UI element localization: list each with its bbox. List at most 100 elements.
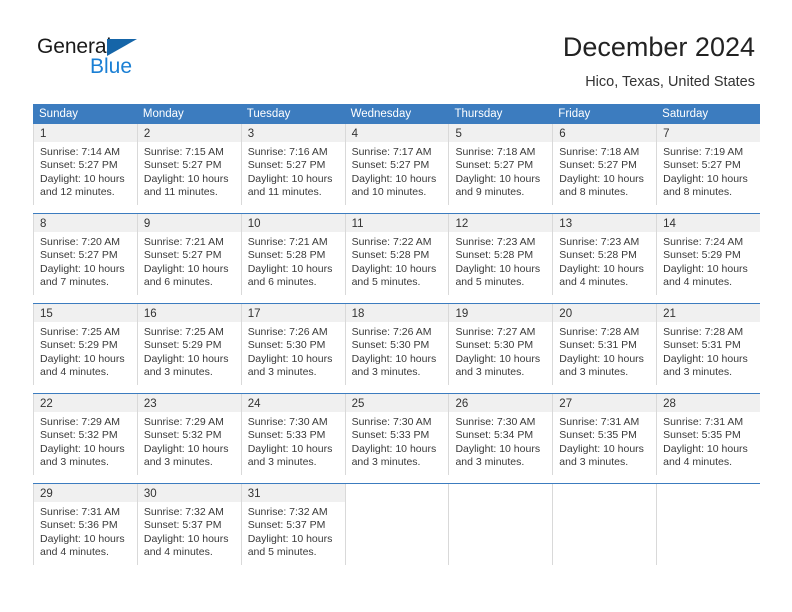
day-cell[interactable]: 12 Sunrise: 7:23 AM Sunset: 5:28 PM Dayligh… [448, 214, 553, 295]
day-number: 12 [455, 218, 469, 230]
day-number-band: 9 [137, 214, 241, 232]
day-cell[interactable]: 28 Sunrise: 7:31 AM Sunset: 5:35 PM Dayligh… [656, 394, 761, 475]
day-number-band: 17 [241, 304, 345, 322]
day-cell[interactable]: 23 Sunrise: 7:29 AM Sunset: 5:32 PM Dayligh… [136, 394, 241, 475]
day-cell[interactable]: 18 Sunrise: 7:26 AM Sunset: 5:30 PM Dayligh… [344, 304, 449, 385]
daylight-text-line2: and 3 minutes. [40, 455, 109, 468]
page-header: General Blue December 2024 Hico, Texas, … [0, 0, 792, 100]
logo-text-blue: Blue [90, 55, 133, 78]
day-number: 25 [351, 398, 365, 410]
day-number-band: 19 [449, 304, 553, 322]
daylight-text-line1: Daylight: 10 hours [663, 442, 748, 455]
day-info: Sunrise: 7:31 AM Sunset: 5:36 PM Daylight:… [34, 502, 137, 559]
daylight-text-line2: and 11 minutes. [143, 185, 218, 198]
day-cell[interactable]: 27 Sunrise: 7:31 AM Sunset: 5:35 PM Dayligh… [552, 394, 657, 475]
day-number-band: 7 [657, 124, 761, 142]
day-cell[interactable]: 30 Sunrise: 7:32 AM Sunset: 5:37 PM Dayligh… [136, 484, 241, 565]
daylight-text-line1: Daylight: 10 hours [351, 172, 437, 185]
day-cell[interactable]: 16 Sunrise: 7:25 AM Sunset: 5:29 PM Dayligh… [136, 304, 241, 385]
day-cell[interactable]: 22 Sunrise: 7:29 AM Sunset: 5:32 PM Dayligh… [33, 394, 137, 475]
day-number-band: 21 [657, 304, 761, 322]
daylight-text-line2: and 3 minutes. [455, 365, 525, 378]
day-cell[interactable]: 14 Sunrise: 7:24 AM Sunset: 5:29 PM Dayligh… [656, 214, 761, 295]
day-cell[interactable]: 17 Sunrise: 7:26 AM Sunset: 5:30 PM Dayligh… [240, 304, 345, 385]
day-info: Sunrise: 7:15 AM Sunset: 5:27 PM Daylight:… [138, 142, 241, 199]
daylight-text-line2: and 3 minutes. [663, 365, 733, 378]
day-number-band: 13 [553, 214, 657, 232]
day-number: 1 [40, 128, 47, 140]
day-cell[interactable]: 21 Sunrise: 7:28 AM Sunset: 5:31 PM Dayligh… [656, 304, 761, 385]
sunset-text: Sunset: 5:33 PM [351, 429, 430, 442]
daylight-text-line2: and 3 minutes. [247, 365, 317, 378]
daylight-text-line2: and 3 minutes. [559, 365, 629, 378]
day-cell[interactable]: 11 Sunrise: 7:22 AM Sunset: 5:28 PM Dayligh… [344, 214, 449, 295]
day-number-band: 20 [553, 304, 657, 322]
day-cell[interactable]: 3 Sunrise: 7:16 AM Sunset: 5:27 PM Daylight… [240, 124, 345, 205]
logo-text-general: General [37, 35, 112, 58]
day-cell[interactable]: 20 Sunrise: 7:28 AM Sunset: 5:31 PM Dayligh… [552, 304, 657, 385]
day-number-band: 23 [137, 394, 241, 412]
daylight-text-line1: Daylight: 10 hours [40, 172, 125, 185]
sunrise-text: Sunrise: 7:25 AM [143, 326, 224, 338]
day-number-band: 3 [241, 124, 345, 142]
day-cell[interactable]: 7 Sunrise: 7:19 AM Sunset: 5:27 PM Daylight… [656, 124, 761, 205]
day-cell[interactable]: 15 Sunrise: 7:25 AM Sunset: 5:29 PM Dayligh… [33, 304, 137, 385]
day-number: 15 [40, 308, 53, 320]
sunrise-text: Sunrise: 7:18 AM [455, 146, 536, 158]
day-number: 11 [351, 218, 364, 230]
daylight-text-line1: Daylight: 10 hours [247, 352, 333, 365]
day-number: 8 [40, 218, 47, 230]
sunset-text: Sunset: 5:36 PM [40, 519, 118, 532]
sunset-text: Sunset: 5:29 PM [40, 339, 118, 352]
sunset-text: Sunset: 5:33 PM [247, 429, 326, 442]
day-cell[interactable]: 10 Sunrise: 7:21 AM Sunset: 5:28 PM Dayligh… [240, 214, 345, 295]
day-cell[interactable]: 1 Sunrise: 7:14 AM Sunset: 5:27 PM Daylight… [33, 124, 137, 205]
weekday-header-sunday: Sunday [39, 108, 79, 120]
page-title: December 2024 [562, 32, 755, 62]
day-cell[interactable]: 8 Sunrise: 7:20 AM Sunset: 5:27 PM Daylight… [33, 214, 137, 295]
daylight-text-line1: Daylight: 10 hours [351, 352, 437, 365]
sunset-text: Sunset: 5:27 PM [351, 159, 430, 172]
daylight-text-line2: and 3 minutes. [559, 455, 629, 468]
day-info: Sunrise: 7:29 AM Sunset: 5:32 PM Daylight:… [34, 412, 137, 469]
daylight-text-line2: and 12 minutes. [40, 185, 115, 198]
sunrise-text: Sunrise: 7:23 AM [559, 236, 640, 248]
day-info: Sunrise: 7:31 AM Sunset: 5:35 PM Daylight:… [657, 412, 760, 469]
day-info: Sunrise: 7:26 AM Sunset: 5:30 PM Daylight:… [346, 322, 449, 379]
day-number: 3 [247, 128, 255, 140]
day-cell[interactable]: 24 Sunrise: 7:30 AM Sunset: 5:33 PM Dayligh… [240, 394, 345, 475]
day-number-band: 5 [449, 124, 553, 142]
daylight-text-line2: and 4 minutes. [559, 275, 629, 288]
day-cell[interactable]: 25 Sunrise: 7:30 AM Sunset: 5:33 PM Dayligh… [344, 394, 449, 475]
daylight-text-line2: and 6 minutes. [143, 275, 213, 288]
daylight-text-line2: and 5 minutes. [455, 275, 525, 288]
day-cell[interactable]: 29 Sunrise: 7:31 AM Sunset: 5:36 PM Dayligh… [33, 484, 137, 565]
sunset-text: Sunset: 5:30 PM [247, 339, 326, 352]
sunrise-text: Sunrise: 7:28 AM [559, 326, 640, 338]
sunrise-text: Sunrise: 7:16 AM [247, 146, 328, 158]
day-number: 18 [351, 308, 365, 320]
day-cell[interactable]: 5 Sunrise: 7:18 AM Sunset: 5:27 PM Daylight… [448, 124, 553, 205]
sunrise-text: Sunrise: 7:27 AM [455, 326, 536, 338]
sunset-text: Sunset: 5:29 PM [143, 339, 222, 352]
day-cell[interactable]: 2 Sunrise: 7:15 AM Sunset: 5:27 PM Daylight… [136, 124, 241, 205]
day-info: Sunrise: 7:24 AM Sunset: 5:29 PM Daylight:… [657, 232, 760, 289]
sunrise-text: Sunrise: 7:32 AM [143, 506, 224, 518]
sunset-text: Sunset: 5:28 PM [455, 249, 534, 262]
day-cell[interactable]: 9 Sunrise: 7:21 AM Sunset: 5:27 PM Daylight… [136, 214, 241, 295]
day-cell[interactable]: 31 Sunrise: 7:32 AM Sunset: 5:37 PM Dayligh… [240, 484, 345, 565]
day-cell[interactable]: 6 Sunrise: 7:18 AM Sunset: 5:27 PM Daylight… [552, 124, 657, 205]
day-number-band: 29 [34, 484, 137, 502]
day-info: Sunrise: 7:23 AM Sunset: 5:28 PM Daylight:… [553, 232, 656, 289]
daylight-text-line1: Daylight: 10 hours [40, 352, 125, 365]
day-cell[interactable]: 13 Sunrise: 7:23 AM Sunset: 5:28 PM Dayligh… [552, 214, 657, 295]
day-cell[interactable]: 19 Sunrise: 7:27 AM Sunset: 5:30 PM Dayligh… [448, 304, 553, 385]
day-number-band [449, 484, 552, 502]
day-cell-empty [552, 484, 656, 565]
day-cell[interactable]: 26 Sunrise: 7:30 AM Sunset: 5:34 PM Dayligh… [448, 394, 553, 475]
day-number-band: 1 [34, 124, 137, 142]
day-number-band: 2 [137, 124, 241, 142]
day-cell[interactable]: 4 Sunrise: 7:17 AM Sunset: 5:27 PM Daylight… [344, 124, 449, 205]
sunset-text: Sunset: 5:27 PM [455, 159, 534, 172]
sunset-text: Sunset: 5:29 PM [663, 249, 741, 262]
